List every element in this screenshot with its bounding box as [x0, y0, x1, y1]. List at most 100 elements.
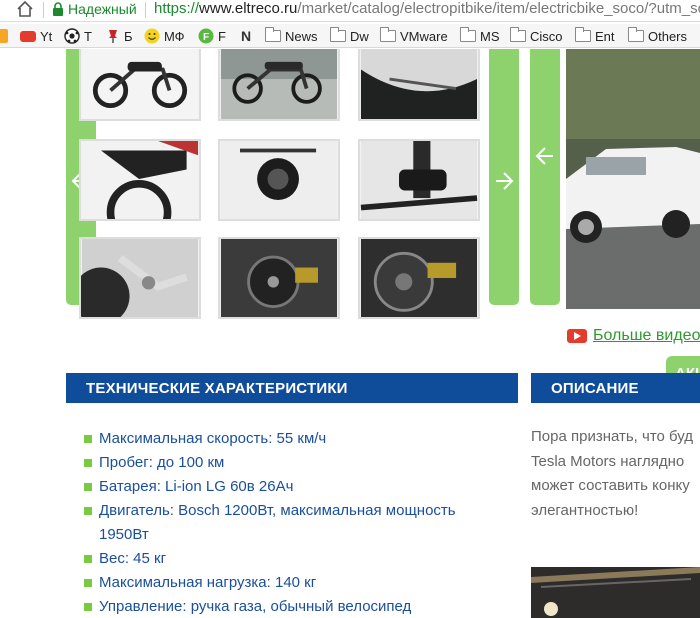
- folder-icon: [380, 27, 396, 42]
- description-text: Пора признать, что буд Tesla Motors нагл…: [531, 425, 700, 523]
- gallery-thumb[interactable]: [218, 49, 340, 121]
- smiley-icon: [144, 28, 160, 44]
- bookmark-label: T: [84, 28, 92, 44]
- bookmark-folder-ent[interactable]: Ent: [575, 27, 615, 45]
- gallery-thumb[interactable]: [218, 139, 340, 221]
- bookmark-n[interactable]: N: [240, 27, 254, 45]
- soccer-ball-icon: [64, 28, 80, 44]
- url-input[interactable]: https://www.eltreco.ru/market/catalog/el…: [154, 0, 700, 17]
- red-pin-icon: [109, 30, 117, 43]
- n-icon: N: [241, 28, 251, 44]
- bookmark-0[interactable]: [0, 27, 8, 45]
- bookmark-label: МФ: [164, 28, 185, 44]
- bookmark-folder-ms[interactable]: MS: [460, 27, 500, 45]
- motorbike-rear-photo: [81, 141, 199, 219]
- specs-list: Максимальная скорость: 55 км/ч Пробег: д…: [84, 427, 494, 618]
- bookmark-label: News: [285, 28, 318, 44]
- bookmark-label: Dw: [350, 28, 369, 44]
- folder-icon: [330, 27, 346, 42]
- bookmark-label: Yt: [40, 28, 53, 44]
- svg-text:N: N: [241, 28, 251, 44]
- url-scheme: https://: [154, 0, 200, 17]
- video-player[interactable]: [566, 49, 700, 309]
- divider: [43, 2, 44, 18]
- list-item: Максимальная скорость: 55 км/ч: [84, 427, 494, 451]
- url-host: www.eltreco.ru: [199, 0, 298, 17]
- folder-icon: [510, 27, 526, 42]
- bookmark-folder-others[interactable]: Others: [628, 27, 687, 45]
- bookmark-t[interactable]: T: [64, 27, 92, 45]
- gallery-thumb[interactable]: [79, 139, 201, 221]
- url-path: /market/catalog/electropitbike/item/elec…: [297, 0, 700, 17]
- motorbike-shock-photo: [360, 141, 478, 219]
- bookmark-mf[interactable]: МФ: [144, 27, 185, 45]
- page-content: Больше видео АКЦ ТЕХНИЧЕСКИЕ ХАРАКТЕРИСТ…: [0, 49, 700, 618]
- description-heading: ОПИСАНИЕ: [531, 373, 700, 403]
- list-item: Двигатель: Bosch 1200Вт, максимальная мо…: [84, 499, 494, 547]
- gallery-next-button[interactable]: [489, 49, 519, 305]
- bookmark-label: F: [218, 28, 226, 44]
- motorbike-detail-photo: [360, 49, 478, 119]
- gallery-thumb[interactable]: [358, 237, 480, 319]
- arrow-right-icon: [496, 172, 514, 190]
- gallery-thumb[interactable]: [218, 237, 340, 319]
- description-line: элегантностью!: [531, 501, 639, 519]
- bookmark-label: Others: [648, 28, 688, 44]
- folder-icon: [575, 27, 591, 42]
- folder-icon: [265, 27, 281, 42]
- more-videos-link[interactable]: Больше видео: [567, 327, 700, 345]
- bookmark-folder-vmware[interactable]: VMware: [380, 27, 448, 45]
- arrow-left-icon: [535, 147, 553, 165]
- bookmark-label: Б: [124, 28, 133, 44]
- bookmark-label: MS: [480, 28, 500, 44]
- bookmark-folder-cisco[interactable]: Cisco: [510, 27, 563, 45]
- bookmark-f[interactable]: F F: [198, 27, 226, 45]
- lock-icon: [53, 2, 63, 16]
- list-item: Батарея: Li-ion LG 60в 26Ач: [84, 475, 494, 499]
- youtube-icon: [20, 30, 36, 42]
- list-item: Управление: ручка газа, обычный велосипе…: [84, 595, 494, 618]
- bookmark-yt[interactable]: Yt: [20, 27, 52, 45]
- gallery-thumb[interactable]: [358, 139, 480, 221]
- bookmark-label: Cisco: [530, 28, 563, 44]
- motorbike-swingarm-photo: [81, 239, 199, 317]
- description-line: может составить конку: [531, 477, 690, 494]
- bookmark-folder-news[interactable]: News: [265, 27, 318, 45]
- svg-text:F: F: [203, 32, 209, 43]
- bookmarks-bar: Yt T Б МФ F F N News Dw VMware MS Cisco …: [0, 24, 700, 48]
- bookmark-label: VMware: [400, 28, 448, 44]
- specs-heading: ТЕХНИЧЕСКИЕ ХАРАКТЕРИСТИКИ: [66, 373, 518, 403]
- factory-photo: [531, 567, 700, 618]
- motorbike-hub-photo: [220, 239, 338, 317]
- home-icon[interactable]: [16, 0, 36, 20]
- orange-badge-icon: [0, 29, 8, 43]
- motorbike-photo: [81, 49, 199, 119]
- list-item: Вес: 45 кг: [84, 547, 494, 571]
- motorbike-disc-photo: [360, 239, 478, 317]
- secure-indicator[interactable]: Надежный: [52, 1, 137, 17]
- divider: [145, 2, 146, 18]
- gallery-thumb[interactable]: [79, 49, 201, 121]
- bookmark-folder-dw[interactable]: Dw: [330, 27, 369, 45]
- more-videos-label: Больше видео: [593, 327, 700, 344]
- folder-icon: [628, 27, 644, 42]
- video-prev-button[interactable]: [530, 49, 560, 305]
- motorbike-street-photo: [220, 49, 338, 119]
- motorbike-light-photo: [220, 141, 338, 219]
- video-thumbnail: [566, 49, 700, 309]
- description-line: Tesla Motors наглядно: [531, 452, 685, 470]
- bookmark-b[interactable]: Б: [106, 27, 133, 45]
- gallery-thumb[interactable]: [358, 49, 480, 121]
- folder-icon: [460, 27, 476, 42]
- description-image: [531, 567, 700, 618]
- list-item: Пробег: до 100 км: [84, 451, 494, 475]
- gallery-thumb[interactable]: [79, 237, 201, 319]
- secure-label: Надежный: [68, 1, 137, 17]
- youtube-icon: [567, 329, 587, 343]
- photo-gallery: [66, 49, 520, 319]
- bookmark-label: Ent: [595, 28, 615, 44]
- list-item: Максимальная нагрузка: 140 кг: [84, 571, 494, 595]
- address-bar: Надежный https://www.eltreco.ru/market/c…: [0, 0, 700, 22]
- description-line: Пора признать, что буд: [531, 428, 694, 445]
- green-f-icon: F: [198, 28, 214, 44]
